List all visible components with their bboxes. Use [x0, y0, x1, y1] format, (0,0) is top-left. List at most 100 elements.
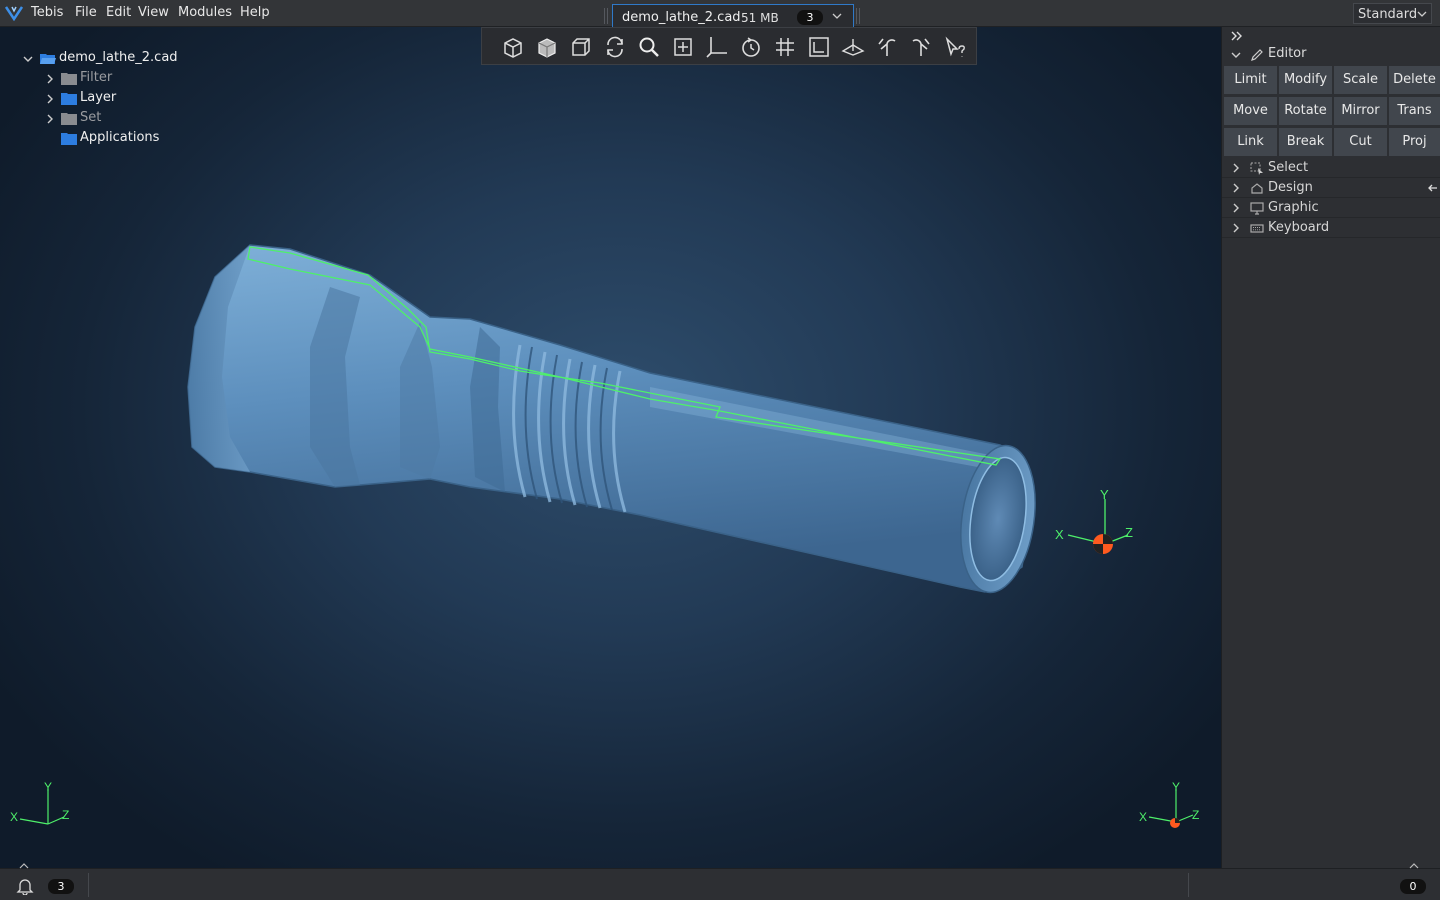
- grid-icon[interactable]: [773, 35, 797, 59]
- orbit-icon[interactable]: [739, 35, 763, 59]
- document-tab-count-badge: 3: [797, 10, 823, 25]
- view-toolbar: [481, 27, 977, 65]
- selection-icon: [1250, 162, 1263, 175]
- menu-edit[interactable]: Edit: [106, 5, 131, 20]
- tab-scroll-left[interactable]: [604, 8, 608, 24]
- axis-x-label: X: [1139, 810, 1147, 824]
- section-design[interactable]: Design: [1222, 178, 1440, 198]
- chevron-right-icon[interactable]: [44, 113, 56, 125]
- lathe-part-model[interactable]: [0, 27, 1221, 868]
- chevron-right-icon: [1233, 223, 1239, 233]
- plane-icon[interactable]: [841, 35, 865, 59]
- open-folder-icon: [40, 54, 56, 64]
- double-chevron-right-icon[interactable]: [1230, 29, 1244, 43]
- chevron-down-icon: [1417, 11, 1427, 17]
- pointer-help-icon[interactable]: [943, 35, 967, 59]
- chevron-down-icon: [1231, 52, 1241, 58]
- bell-icon[interactable]: [16, 877, 34, 895]
- menu-file[interactable]: File: [75, 5, 97, 20]
- editor-section-header[interactable]: Editor: [1222, 45, 1440, 65]
- section-graphic[interactable]: Graphic: [1222, 198, 1440, 218]
- world-axis-triad-right: Y X Z: [1139, 780, 1199, 828]
- tree-item-filter[interactable]: Filter: [40, 69, 160, 89]
- tree-item-layer[interactable]: Layer: [40, 89, 160, 109]
- folder-icon: [61, 133, 77, 145]
- tree-root-label: demo_lathe_2.cad: [59, 50, 178, 65]
- chevron-down-icon[interactable]: [831, 10, 843, 22]
- scale-button[interactable]: Scale: [1333, 65, 1388, 95]
- chevron-down-icon[interactable]: [22, 53, 34, 65]
- menu-tebis[interactable]: Tebis: [31, 5, 63, 20]
- tab-scroll-right[interactable]: [856, 8, 860, 24]
- shaded-cube-icon[interactable]: [535, 35, 559, 59]
- chevron-right-icon[interactable]: [44, 93, 56, 105]
- cut-button[interactable]: Cut: [1333, 127, 1388, 157]
- mirror-button[interactable]: Mirror: [1333, 96, 1388, 126]
- axes-icon[interactable]: [705, 35, 729, 59]
- rotate-button[interactable]: Rotate: [1278, 96, 1333, 126]
- rotate-refresh-icon[interactable]: [603, 35, 627, 59]
- tree-item-label: Applications: [80, 130, 160, 145]
- front-view-icon[interactable]: [569, 35, 593, 59]
- axis-y-label: Y: [44, 780, 52, 794]
- delete-button[interactable]: Delete: [1388, 65, 1440, 95]
- graphics-viewport[interactable]: demo_lathe_2.cad Filter Layer Set Applic…: [0, 27, 1221, 868]
- arrow-left-icon[interactable]: [1427, 182, 1439, 194]
- menu-modules[interactable]: Modules: [178, 5, 232, 20]
- iso-view-icon[interactable]: [501, 35, 525, 59]
- tree-root[interactable]: demo_lathe_2.cad: [18, 49, 218, 69]
- tree-item-label: Set: [80, 110, 102, 125]
- pan-fit-icon[interactable]: [671, 35, 695, 59]
- chevron-up-icon[interactable]: [18, 862, 30, 870]
- triad-y-label: Y: [1100, 487, 1109, 502]
- proj-button[interactable]: Proj: [1388, 127, 1440, 157]
- frame-icon[interactable]: [807, 35, 831, 59]
- message-count-badge: 0: [1400, 879, 1426, 894]
- section-label: Select: [1268, 160, 1309, 175]
- status-divider: [1188, 873, 1189, 897]
- tebis-logo-icon: [5, 6, 23, 21]
- menu-bar: Tebis File Edit View Modules Help demo_l…: [0, 0, 1440, 28]
- triad-x-label: X: [1055, 527, 1064, 542]
- folder-icon: [61, 113, 77, 125]
- editor-title: Editor: [1268, 46, 1307, 61]
- section-select[interactable]: Select: [1222, 158, 1440, 178]
- profile-select-value: Standard: [1358, 7, 1418, 22]
- folder-icon: [61, 93, 77, 105]
- document-tab-size: 51 MB: [741, 11, 779, 25]
- limit-button[interactable]: Limit: [1223, 65, 1278, 95]
- profile-select[interactable]: Standard: [1353, 3, 1432, 24]
- break-button[interactable]: Break: [1278, 127, 1333, 157]
- chevron-right-icon: [1233, 203, 1239, 213]
- section-label: Graphic: [1268, 200, 1319, 215]
- link-button[interactable]: Link: [1223, 127, 1278, 157]
- chevron-right-icon: [1233, 183, 1239, 193]
- zoom-icon[interactable]: [637, 35, 661, 59]
- document-tab[interactable]: demo_lathe_2.cad 51 MB 3: [612, 4, 854, 28]
- section-label: Keyboard: [1268, 220, 1330, 235]
- status-bar: 3 0: [0, 863, 1440, 900]
- menu-view[interactable]: View: [138, 5, 169, 20]
- keyboard-icon: [1250, 224, 1264, 233]
- status-divider: [88, 873, 89, 897]
- world-axis-triad-left: Y X Z: [10, 780, 69, 825]
- axis-x-label: X: [10, 810, 18, 824]
- axis-z-label: Z: [62, 808, 69, 822]
- chevron-right-icon[interactable]: [44, 73, 56, 85]
- tree-item-label: Layer: [80, 90, 117, 105]
- undo-view-icon[interactable]: [875, 35, 899, 59]
- modify-button[interactable]: Modify: [1278, 65, 1333, 95]
- monitor-icon: [1250, 202, 1264, 215]
- tree-item-set[interactable]: Set: [40, 109, 160, 129]
- chevron-right-icon: [1233, 163, 1239, 173]
- app-window: Tebis File Edit View Modules Help demo_l…: [0, 0, 1440, 900]
- redo-view-icon[interactable]: [909, 35, 933, 59]
- menu-help[interactable]: Help: [240, 5, 270, 20]
- trans-button[interactable]: Trans: [1388, 96, 1440, 126]
- section-keyboard[interactable]: Keyboard: [1222, 218, 1440, 238]
- folder-icon: [61, 73, 77, 85]
- chevron-up-icon[interactable]: [1408, 862, 1420, 870]
- tree-item-applications[interactable]: Applications: [40, 129, 180, 149]
- move-button[interactable]: Move: [1223, 96, 1278, 126]
- design-icon: [1251, 183, 1263, 194]
